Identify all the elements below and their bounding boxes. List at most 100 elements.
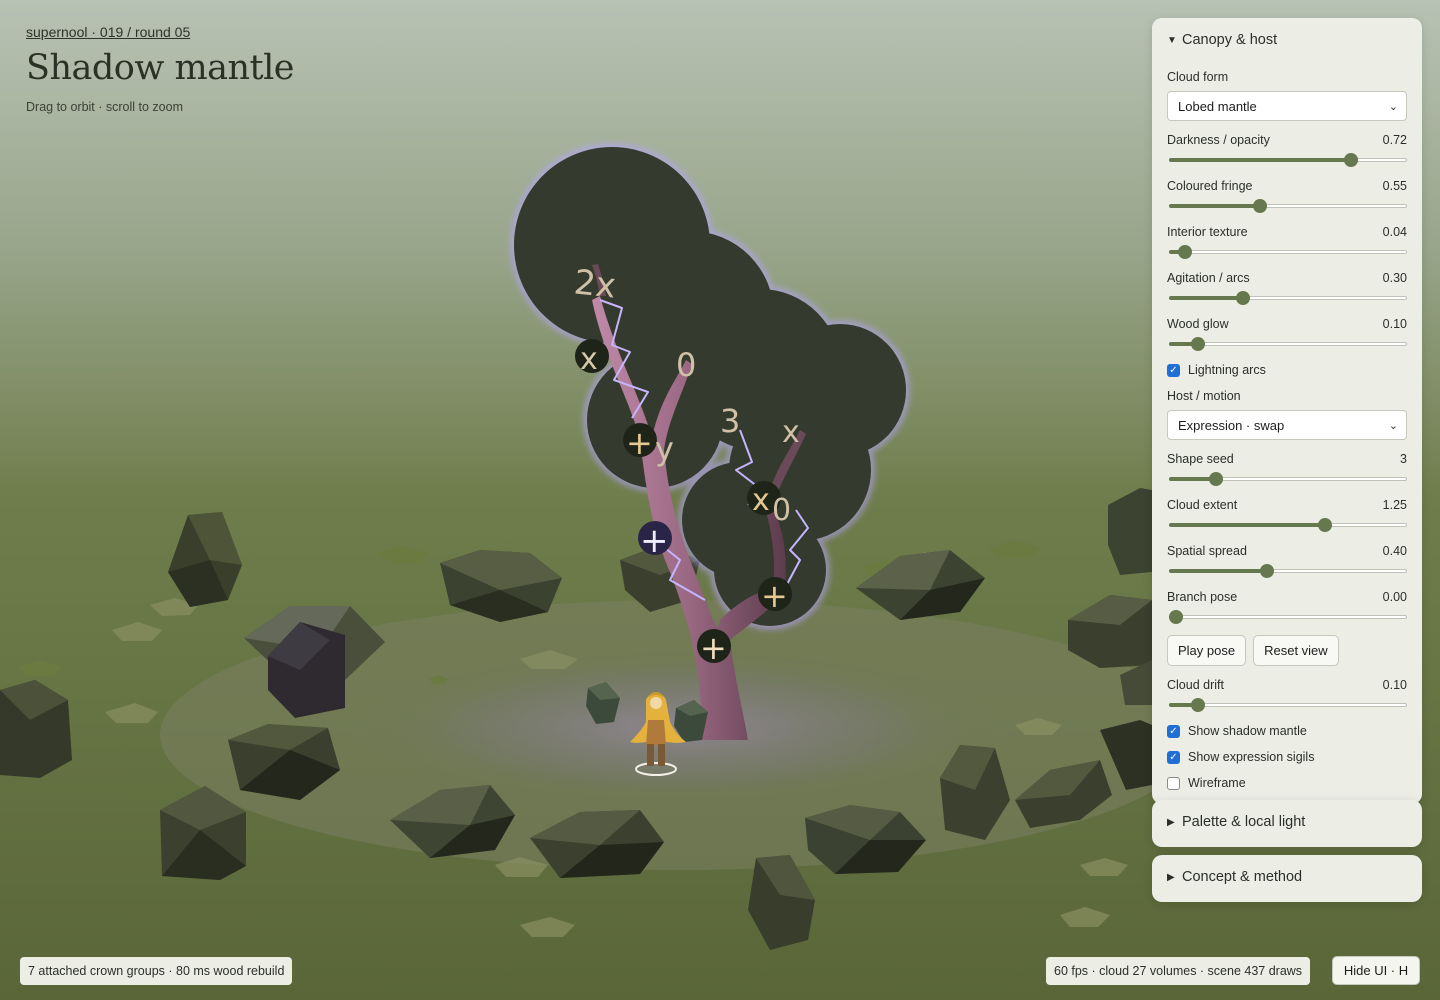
sigil-label: 0 xyxy=(772,493,791,528)
slider-fill xyxy=(1169,523,1325,527)
host-motion-value: Expression · swap xyxy=(1178,417,1285,433)
slider-thumb[interactable] xyxy=(1235,291,1250,305)
slider-label: Interior texture xyxy=(1167,225,1248,239)
section-title: Concept & method xyxy=(1182,869,1303,885)
canopy-host-panel: ▼ Canopy & host Cloud form Lobed mantle … xyxy=(1152,18,1422,804)
hide-ui-button[interactable]: Hide UI · H xyxy=(1332,956,1420,985)
slider-track[interactable] xyxy=(1167,696,1407,712)
slider-track[interactable] xyxy=(1167,197,1407,213)
page-title: Shadow mantle xyxy=(26,48,295,88)
slider-thumb[interactable] xyxy=(1253,199,1268,213)
triangle-right-icon: ▶ xyxy=(1167,871,1175,883)
checkbox-checked-icon[interactable]: ✓ xyxy=(1167,750,1180,764)
slider-thumb[interactable] xyxy=(1169,610,1183,624)
slider-label: Cloud extent xyxy=(1167,498,1238,512)
checkbox-label: Show expression sigils xyxy=(1188,750,1315,764)
checkbox-checked-icon[interactable]: ✓ xyxy=(1167,724,1180,738)
slider-control: Wood glow 0.10 xyxy=(1167,317,1407,351)
slider-track[interactable] xyxy=(1167,335,1407,351)
slider-fill xyxy=(1169,569,1268,573)
sigil-label: y xyxy=(655,430,674,468)
sigil-label: + xyxy=(700,629,727,667)
checkbox-empty-icon[interactable] xyxy=(1167,776,1180,790)
checkbox-checked-icon[interactable]: ✓ xyxy=(1167,363,1180,377)
header: supernool · 019 / round 05 Shadow mantle… xyxy=(26,24,295,114)
section-toggle-concept[interactable]: ▶ Concept & method xyxy=(1167,869,1407,885)
slider-group-drift: Cloud drift 0.10 xyxy=(1167,678,1407,712)
slider-header: Interior texture 0.04 xyxy=(1167,225,1407,239)
wood-rebuild-status: 7 attached crown groups · 80 ms wood reb… xyxy=(20,957,293,985)
display-toggle[interactable]: ✓ Show shadow mantle xyxy=(1167,724,1407,738)
sigil-label: x xyxy=(782,415,800,450)
slider-track[interactable] xyxy=(1167,243,1407,259)
slider-group-a: Darkness / opacity 0.72 Coloured fringe 0.5… xyxy=(1167,133,1407,351)
section-title: Canopy & host xyxy=(1182,32,1278,48)
slider-header: Wood glow 0.10 xyxy=(1167,317,1407,331)
slider-control: Branch pose 0.00 xyxy=(1167,590,1407,624)
slider-value: 0.10 xyxy=(1382,317,1407,331)
breadcrumb-link[interactable]: supernool · 019 / round 05 xyxy=(26,24,294,40)
sigil-label: + xyxy=(626,424,653,462)
checkbox-label: Show shadow mantle xyxy=(1188,724,1307,738)
slider-header: Darkness / opacity 0.72 xyxy=(1167,133,1407,147)
slider-track[interactable] xyxy=(1167,516,1407,532)
cloud-form-select[interactable]: Lobed mantle ⌄ xyxy=(1167,91,1407,121)
sigil-label: 3 xyxy=(720,402,740,440)
cloud-form-value: Lobed mantle xyxy=(1178,98,1257,114)
slider-control: Shape seed 3 xyxy=(1167,452,1407,486)
slider-control: Interior texture 0.04 xyxy=(1167,225,1407,259)
display-toggle[interactable]: Wireframe xyxy=(1167,776,1407,790)
slider-value: 0.40 xyxy=(1382,544,1407,558)
slider-label: Agitation / arcs xyxy=(1167,271,1250,285)
slider-track[interactable] xyxy=(1167,289,1407,305)
slider-track[interactable] xyxy=(1167,562,1407,578)
sigil-label: + xyxy=(640,521,669,561)
slider-value: 0.04 xyxy=(1382,225,1407,239)
slider-header: Cloud drift 0.10 xyxy=(1167,678,1407,692)
slider-fill xyxy=(1169,296,1243,300)
sigil-label: + xyxy=(761,577,788,615)
section-title: Palette & local light xyxy=(1182,814,1306,830)
triangle-right-icon: ▶ xyxy=(1167,816,1175,828)
sigil-label: 2x xyxy=(572,262,618,306)
slider-control: Agitation / arcs 0.30 xyxy=(1167,271,1407,305)
checkbox-label: Lightning arcs xyxy=(1188,363,1266,377)
slider-thumb[interactable] xyxy=(1317,518,1332,532)
slider-thumb[interactable] xyxy=(1191,698,1206,712)
slider-header: Branch pose 0.00 xyxy=(1167,590,1407,604)
slider-header: Agitation / arcs 0.30 xyxy=(1167,271,1407,285)
sigil-label: x xyxy=(752,483,770,518)
slider-track[interactable] xyxy=(1167,608,1407,624)
slider-value: 0.10 xyxy=(1382,678,1407,692)
slider-thumb[interactable] xyxy=(1344,153,1359,167)
slider-thumb[interactable] xyxy=(1191,337,1206,351)
slider-label: Branch pose xyxy=(1167,590,1238,604)
sigil-label: x xyxy=(580,342,598,377)
slider-thumb[interactable] xyxy=(1208,472,1223,486)
slider-thumb[interactable] xyxy=(1177,245,1192,259)
slider-label: Shape seed xyxy=(1167,452,1234,466)
slider-value: 0.30 xyxy=(1382,271,1407,285)
pose-buttons: Play pose Reset view xyxy=(1167,635,1407,666)
slider-value: 0.72 xyxy=(1382,133,1407,147)
host-motion-select[interactable]: Expression · swap ⌄ xyxy=(1167,410,1407,440)
cloud-form-label: Cloud form xyxy=(1167,70,1229,84)
reset-view-button[interactable]: Reset view xyxy=(1253,635,1339,666)
slider-rail xyxy=(1169,615,1407,619)
orbit-hint: Drag to orbit · scroll to zoom xyxy=(26,100,183,114)
slider-track[interactable] xyxy=(1167,470,1407,486)
slider-thumb[interactable] xyxy=(1260,564,1275,578)
chevron-down-icon: ⌄ xyxy=(1388,100,1398,113)
slider-track[interactable] xyxy=(1167,151,1407,167)
slider-control: Darkness / opacity 0.72 xyxy=(1167,133,1407,167)
slider-header: Coloured fringe 0.55 xyxy=(1167,179,1407,193)
section-toggle-palette[interactable]: ▶ Palette & local light xyxy=(1167,814,1407,830)
slider-header: Shape seed 3 xyxy=(1167,452,1407,466)
display-toggle[interactable]: ✓ Show expression sigils xyxy=(1167,750,1407,764)
play-pose-button[interactable]: Play pose xyxy=(1167,635,1247,666)
lightning-arcs-toggle[interactable]: ✓ Lightning arcs xyxy=(1167,363,1407,377)
section-toggle-canopy[interactable]: ▼ Canopy & host xyxy=(1167,32,1407,48)
slider-control: Coloured fringe 0.55 xyxy=(1167,179,1407,213)
slider-control: Spatial spread 0.40 xyxy=(1167,544,1407,578)
slider-value: 0.00 xyxy=(1382,590,1407,604)
